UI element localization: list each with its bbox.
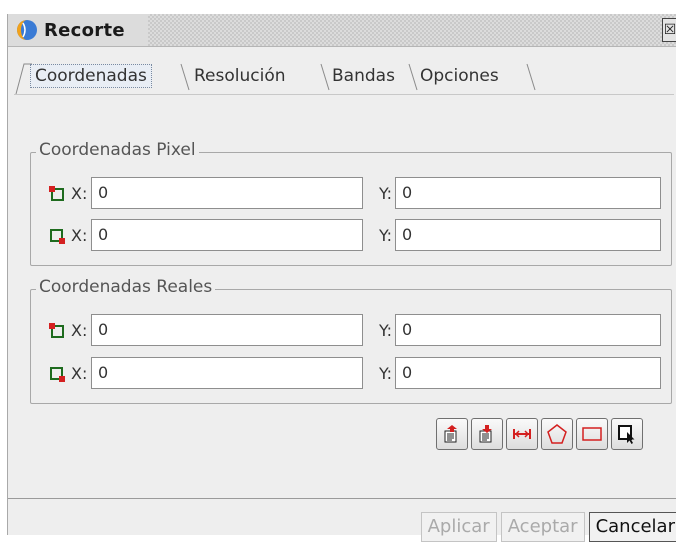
tab-coordenadas[interactable]: Coordenadas — [30, 60, 152, 92]
lower-right-corner-icon — [50, 367, 65, 382]
selection-toolbar — [436, 418, 643, 452]
recorte-dialog: Recorte ☒ Coordenadas Resolución Bandas … — [7, 14, 676, 542]
real-upper-left-row: X: 0 Y: 0 — [45, 314, 665, 348]
pixel-lower-right-row: X: 0 Y: 0 — [45, 219, 665, 253]
real-upper-left-y-input[interactable]: 0 — [395, 314, 661, 346]
polygon-select-icon — [547, 424, 567, 444]
y-label: Y: — [379, 226, 393, 245]
x-label: X: — [71, 321, 88, 340]
full-extent-icon — [513, 429, 531, 439]
title-bar[interactable]: Recorte ☒ — [8, 14, 676, 47]
real-lower-right-row: X: 0 Y: 0 — [45, 357, 665, 391]
rectangle-select-button[interactable] — [576, 418, 608, 450]
tab-opciones[interactable]: Opciones — [416, 60, 503, 92]
pointer-select-button[interactable] — [611, 418, 643, 450]
apply-button[interactable]: Aplicar — [420, 512, 497, 542]
pixel-lower-right-x-input[interactable]: 0 — [91, 219, 363, 251]
button-separator — [8, 498, 676, 499]
window-title: Recorte — [44, 19, 125, 41]
app-logo-icon — [17, 20, 37, 40]
cancel-button[interactable]: Cancelar — [588, 512, 676, 542]
group-legend: Coordenadas Reales — [36, 277, 216, 297]
title-block: Recorte — [8, 14, 148, 46]
save-coordinates-button[interactable] — [471, 418, 503, 450]
real-coordinates-group: Coordenadas Reales X: 0 Y: 0 X: 0 Y: 0 — [30, 277, 672, 404]
tab-strip: Coordenadas Resolución Bandas Opciones — [14, 60, 674, 94]
y-label: Y: — [379, 184, 393, 203]
rectangle-select-icon — [582, 427, 602, 441]
pixel-upper-left-x-input[interactable]: 0 — [91, 177, 363, 209]
tab-separator-icon — [180, 63, 190, 91]
pixel-upper-left-y-input[interactable]: 0 — [395, 177, 661, 209]
upper-left-corner-icon — [49, 186, 64, 201]
pixel-upper-left-row: X: 0 Y: 0 — [45, 177, 665, 211]
tab-bandas[interactable]: Bandas — [328, 60, 399, 92]
save-coordinates-icon — [479, 425, 492, 443]
tab-resolucion[interactable]: Resolución — [190, 60, 290, 92]
tab-separator-icon — [526, 63, 536, 91]
x-label: X: — [71, 184, 88, 203]
y-label: Y: — [379, 321, 393, 340]
polygon-select-button[interactable] — [541, 418, 573, 450]
load-coordinates-button[interactable] — [436, 418, 468, 450]
group-legend: Coordenadas Pixel — [36, 140, 199, 160]
accept-button[interactable]: Aceptar — [500, 512, 585, 542]
lower-right-corner-icon — [50, 229, 65, 244]
real-lower-right-x-input[interactable]: 0 — [91, 357, 363, 389]
x-label: X: — [71, 364, 88, 383]
pixel-coordinates-group: Coordenadas Pixel X: 0 Y: 0 X: 0 Y: 0 — [30, 140, 672, 266]
x-label: X: — [71, 226, 88, 245]
full-extent-button[interactable] — [506, 418, 538, 450]
pixel-lower-right-y-input[interactable]: 0 — [395, 219, 661, 251]
real-lower-right-y-input[interactable]: 0 — [395, 357, 661, 389]
pointer-select-icon — [618, 425, 635, 444]
upper-left-corner-icon — [49, 323, 64, 338]
close-button[interactable]: ☒ — [662, 18, 676, 42]
y-label: Y: — [379, 364, 393, 383]
tab-base-line — [14, 94, 674, 95]
dialog-buttons: Aplicar Aceptar Cancelar — [420, 512, 676, 542]
real-upper-left-x-input[interactable]: 0 — [91, 314, 363, 346]
load-coordinates-icon — [444, 425, 457, 443]
